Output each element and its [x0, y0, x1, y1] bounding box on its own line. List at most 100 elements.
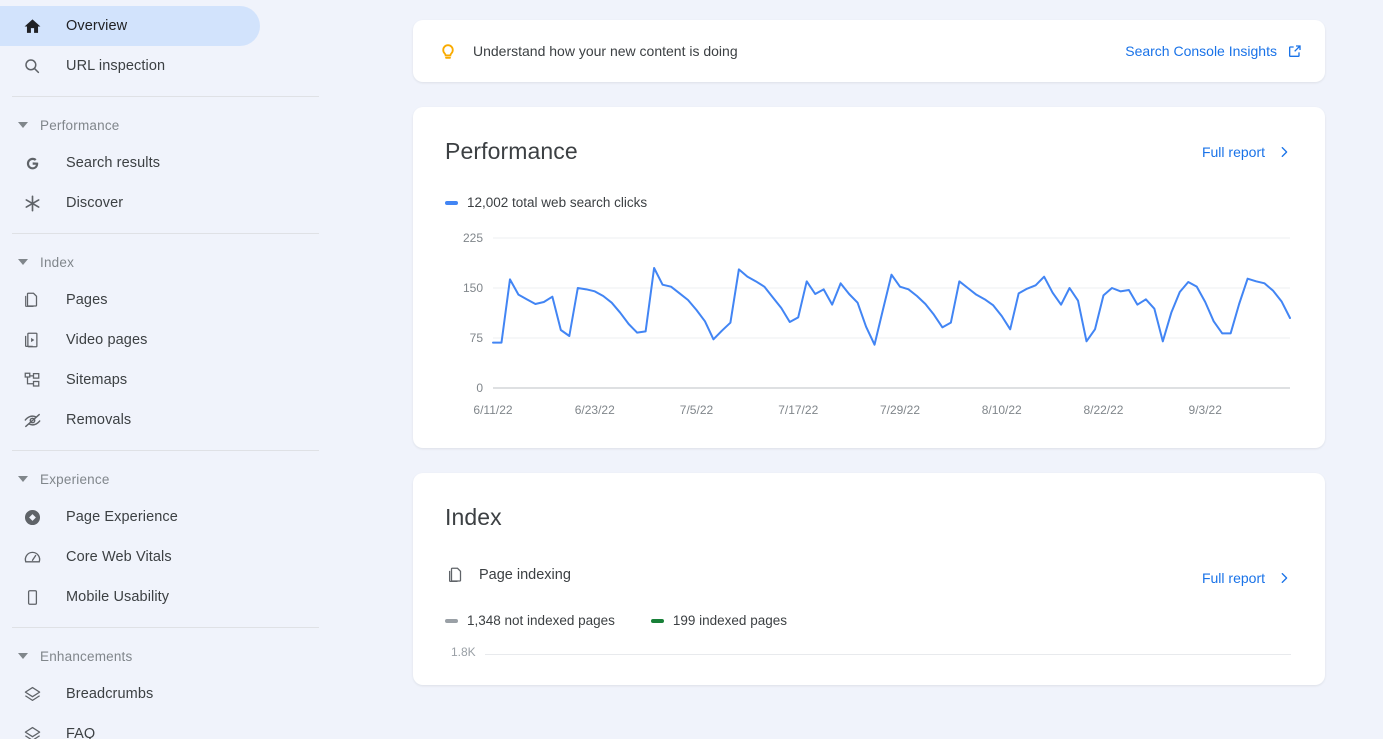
page-experience-icon	[20, 505, 44, 529]
svg-text:7/17/22: 7/17/22	[778, 403, 818, 417]
external-link-icon	[1287, 43, 1303, 59]
svg-text:8/10/22: 8/10/22	[982, 403, 1022, 417]
svg-text:6/23/22: 6/23/22	[575, 403, 615, 417]
google-g-icon	[20, 151, 44, 175]
performance-card: Performance Full report 12,002 total web…	[413, 107, 1325, 448]
legend-marker	[651, 619, 664, 623]
chevron-right-icon	[1277, 145, 1291, 159]
sidebar-item-removals[interactable]: Removals	[0, 400, 260, 440]
eye-off-icon	[20, 408, 44, 432]
sidebar-item-label: URL inspection	[66, 58, 165, 74]
index-card: Index Page indexing Full report	[413, 473, 1325, 685]
sitemaps-icon	[20, 368, 44, 392]
layers-icon	[20, 682, 44, 706]
performance-legend: 12,002 total web search clicks	[445, 195, 1291, 210]
sidebar: Overview URL inspection Performance	[0, 0, 331, 739]
chevron-down-icon	[14, 647, 32, 665]
sidebar-item-breadcrumbs[interactable]: Breadcrumbs	[0, 674, 260, 714]
svg-text:9/3/22: 9/3/22	[1189, 403, 1223, 417]
legend-label: 199 indexed pages	[673, 613, 787, 628]
sidebar-item-label: Mobile Usability	[66, 589, 169, 605]
sidebar-item-label: Breadcrumbs	[66, 686, 153, 702]
sidebar-group-enhancements[interactable]: Enhancements	[0, 638, 331, 674]
chevron-down-icon	[14, 253, 32, 271]
sidebar-divider	[12, 96, 319, 97]
sidebar-item-sitemaps[interactable]: Sitemaps	[0, 360, 260, 400]
legend-label: 1,348 not indexed pages	[467, 613, 615, 628]
svg-text:75: 75	[470, 331, 484, 345]
sidebar-item-label: Sitemaps	[66, 372, 127, 388]
svg-text:6/11/22: 6/11/22	[473, 403, 512, 417]
sidebar-item-overview[interactable]: Overview	[0, 6, 260, 46]
sidebar-item-search-results[interactable]: Search results	[0, 143, 260, 183]
home-icon	[20, 14, 44, 38]
svg-text:225: 225	[463, 231, 483, 245]
index-legend: 1,348 not indexed pages 199 indexed page…	[445, 613, 1291, 628]
banner-text: Understand how your new content is doing	[473, 43, 1125, 59]
sidebar-item-pages[interactable]: Pages	[0, 280, 260, 320]
chevron-down-icon	[14, 470, 32, 488]
sidebar-group-label: Experience	[40, 472, 110, 487]
full-report-label: Full report	[1202, 144, 1265, 160]
performance-chart[interactable]: 0 75 150 225 6/11/22 6/23/22 7/5/22 7/17/22 7/29…	[445, 226, 1291, 426]
chevron-right-icon	[1277, 571, 1291, 585]
sidebar-item-label: Overview	[66, 18, 127, 34]
full-report-label: Full report	[1202, 570, 1265, 586]
sidebar-item-url-inspection[interactable]: URL inspection	[0, 46, 260, 86]
sidebar-item-core-web-vitals[interactable]: Core Web Vitals	[0, 537, 260, 577]
sidebar-item-label: Search results	[66, 155, 160, 171]
sidebar-item-page-experience[interactable]: Page Experience	[0, 497, 260, 537]
legend-marker	[445, 201, 458, 205]
search-console-app: Overview URL inspection Performance	[0, 0, 1383, 739]
legend-item-clicks: 12,002 total web search clicks	[445, 195, 647, 210]
sidebar-group-label: Performance	[40, 118, 119, 133]
search-icon	[20, 54, 44, 78]
page-title: Performance	[445, 138, 578, 165]
legend-label: 12,002 total web search clicks	[467, 195, 647, 210]
sidebar-divider	[12, 233, 319, 234]
sidebar-divider	[12, 627, 319, 628]
discover-asterisk-icon	[20, 191, 44, 215]
sidebar-item-label: Discover	[66, 195, 123, 211]
insights-banner: Understand how your new content is doing…	[413, 20, 1325, 82]
svg-text:8/22/22: 8/22/22	[1083, 403, 1123, 417]
svg-text:0: 0	[476, 381, 483, 395]
lightbulb-icon	[435, 40, 461, 62]
main-content: Understand how your new content is doing…	[331, 0, 1383, 739]
link-label: Search Console Insights	[1125, 43, 1277, 59]
index-y-axis-top-label: 1.8K	[451, 645, 476, 659]
pages-icon	[20, 288, 44, 312]
sidebar-group-label: Index	[40, 255, 74, 270]
legend-marker	[445, 619, 458, 623]
legend-item-indexed: 199 indexed pages	[651, 613, 787, 628]
sidebar-group-performance[interactable]: Performance	[0, 107, 331, 143]
page-indexing-label: Page indexing	[479, 567, 571, 583]
performance-full-report-link[interactable]: Full report	[1202, 144, 1291, 160]
svg-text:7/5/22: 7/5/22	[680, 403, 714, 417]
sidebar-item-discover[interactable]: Discover	[0, 183, 260, 223]
sidebar-group-index[interactable]: Index	[0, 244, 331, 280]
layers-icon	[20, 722, 44, 739]
sidebar-item-label: Core Web Vitals	[66, 549, 172, 565]
sidebar-item-label: Removals	[66, 412, 131, 428]
svg-text:7/29/22: 7/29/22	[880, 403, 920, 417]
sidebar-item-video-pages[interactable]: Video pages	[0, 320, 260, 360]
video-pages-icon	[20, 328, 44, 352]
speedometer-icon	[20, 545, 44, 569]
page-indexing-row: Page indexing Full report	[445, 564, 1291, 586]
sidebar-item-mobile-usability[interactable]: Mobile Usability	[0, 577, 260, 617]
index-full-report-link[interactable]: Full report	[1202, 570, 1291, 586]
pages-icon	[445, 566, 467, 584]
index-gridline	[485, 654, 1291, 655]
sidebar-item-faq[interactable]: FAQ	[0, 714, 260, 739]
index-chart[interactable]: 1.8K	[445, 645, 1291, 685]
page-indexing-label-group: Page indexing	[445, 566, 571, 584]
search-console-insights-link[interactable]: Search Console Insights	[1125, 43, 1303, 59]
performance-card-header: Performance Full report	[445, 138, 1291, 165]
chevron-down-icon	[14, 116, 32, 134]
svg-text:150: 150	[463, 281, 483, 295]
sidebar-item-label: Video pages	[66, 332, 147, 348]
sidebar-group-label: Enhancements	[40, 649, 132, 664]
sidebar-item-label: FAQ	[66, 726, 95, 739]
sidebar-group-experience[interactable]: Experience	[0, 461, 331, 497]
